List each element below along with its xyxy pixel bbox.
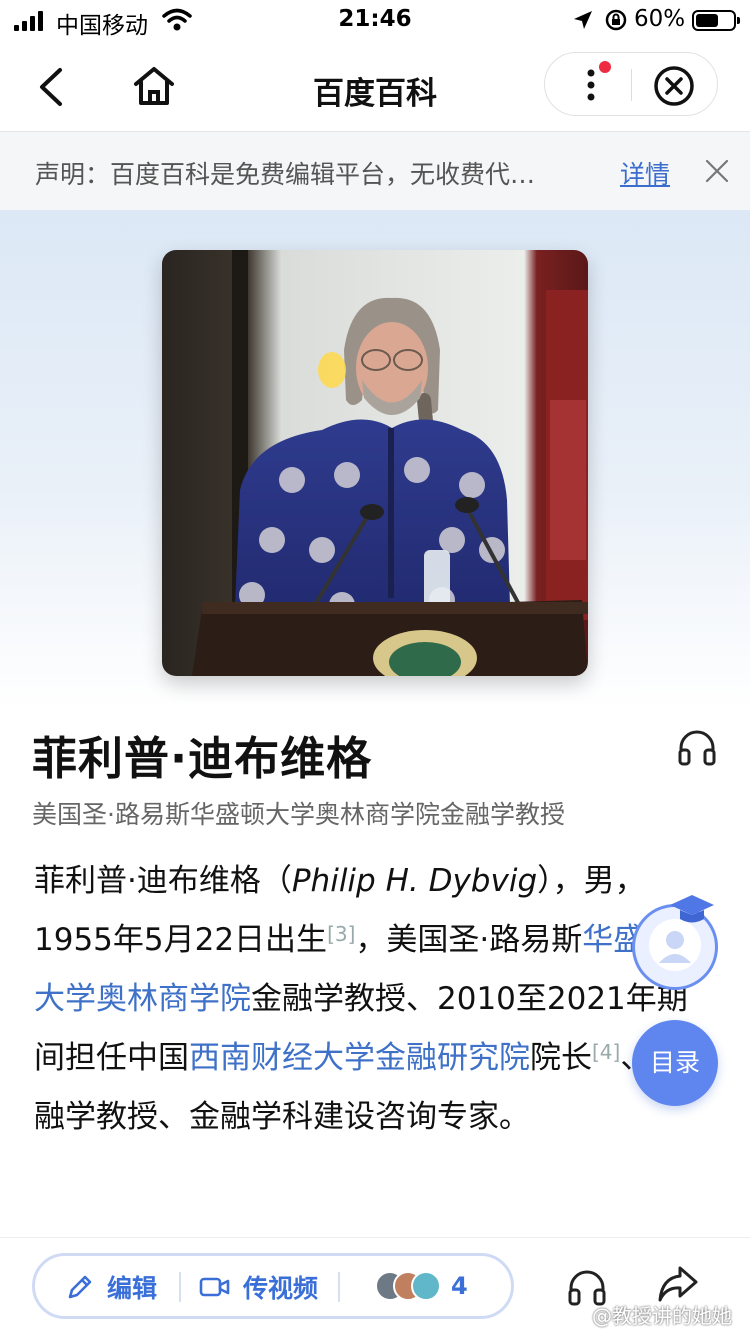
upload-video-button[interactable]: 传视频	[199, 1268, 318, 1306]
disclaimer-bar: 声明：百度百科是免费编辑平台，无收费代… 详情	[0, 132, 750, 210]
portrait-photo[interactable]	[162, 250, 588, 676]
table-of-contents-button[interactable]: 目录	[632, 1020, 718, 1106]
upload-video-label: 传视频	[243, 1274, 319, 1303]
mini-program-capsule	[544, 52, 718, 116]
avatar	[411, 1271, 441, 1301]
pill-divider	[179, 1272, 181, 1302]
intro-text: ，美国圣·路易斯	[355, 922, 583, 958]
pencil-icon	[68, 1275, 92, 1299]
entry-intro-paragraph: 菲利普·迪布维格（Philip H. Dybvig），男，1955年5月22日出…	[34, 852, 694, 1147]
bottom-divider	[0, 1237, 750, 1238]
headphones-icon[interactable]	[676, 726, 718, 768]
citation-ref[interactable]: [3]	[327, 922, 355, 946]
more-dots-icon[interactable]	[569, 61, 619, 109]
watermark: @教授讲的她她	[592, 1304, 732, 1328]
contributor-avatars[interactable]	[375, 1271, 445, 1303]
status-bar: 中国移动 21:46 60%	[0, 0, 750, 42]
location-arrow-icon	[574, 11, 592, 29]
entry-summary: 美国圣·路易斯华盛顿大学奥林商学院金融学教授	[32, 800, 565, 829]
disclaimer-details-link[interactable]: 详情	[620, 155, 670, 191]
notification-dot	[599, 61, 611, 73]
english-name: Philip H. Dybvig	[291, 863, 538, 899]
rotation-lock-icon	[605, 9, 627, 31]
entry-link[interactable]: 西南财经大学金融研究院	[189, 1040, 530, 1076]
contributors-count[interactable]: 4	[451, 1272, 468, 1300]
nav-bar: 百度百科	[0, 42, 750, 132]
edit-label: 编辑	[107, 1274, 158, 1303]
action-pill: 编辑 传视频 4	[32, 1253, 514, 1319]
close-icon[interactable]	[704, 158, 730, 184]
disclaimer-text: 声明：百度百科是免费编辑平台，无收费代…	[35, 160, 536, 189]
capsule-divider	[631, 69, 632, 101]
pill-divider	[338, 1272, 340, 1302]
citation-ref[interactable]: [4]	[592, 1040, 620, 1064]
battery-icon	[692, 10, 740, 31]
close-circle-icon[interactable]	[653, 65, 695, 107]
intro-text: 菲利普·迪布维格（	[34, 863, 292, 899]
edit-button[interactable]: 编辑	[65, 1268, 157, 1306]
battery-fill	[696, 14, 718, 27]
video-camera-icon	[199, 1277, 230, 1297]
intro-text: 院长	[530, 1040, 592, 1076]
battery-percent: 60%	[634, 6, 686, 32]
hero-section	[0, 210, 750, 710]
entry-title: 菲利普·迪布维格	[32, 732, 373, 785]
graduation-cap-icon	[670, 895, 714, 923]
